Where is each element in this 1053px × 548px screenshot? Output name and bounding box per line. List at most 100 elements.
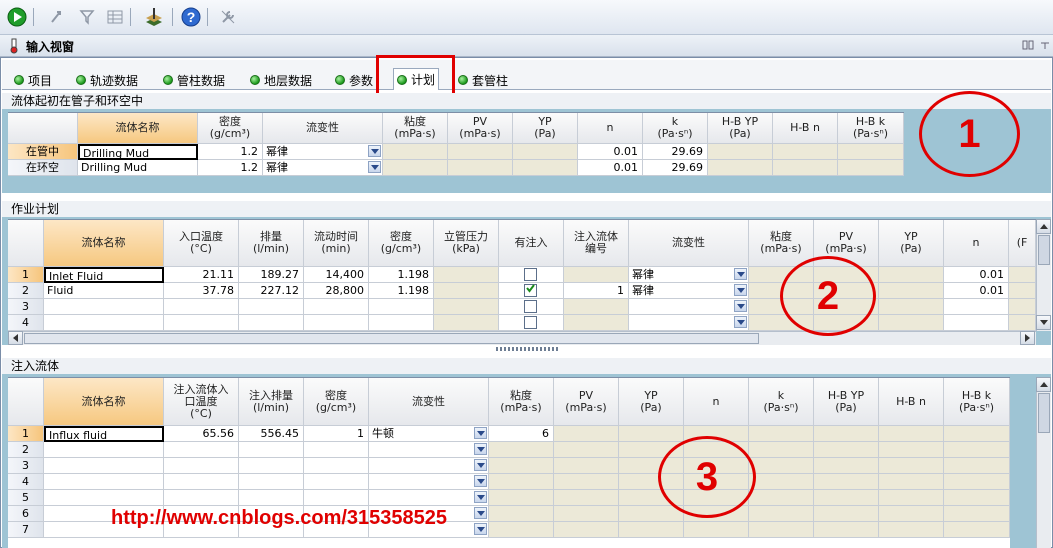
column-header[interactable]: 入口温度 (°C): [164, 220, 239, 267]
cell-injnum[interactable]: [564, 315, 629, 331]
chevron-down-icon[interactable]: [368, 161, 381, 173]
column-header[interactable]: n: [944, 220, 1009, 267]
column-header[interactable]: 注入排量 (l/min): [239, 378, 304, 426]
cell-n[interactable]: 0.01: [578, 144, 643, 160]
column-header[interactable]: H-B n: [879, 378, 944, 426]
column-header[interactable]: 流体名称: [44, 378, 164, 426]
cell-name[interactable]: [44, 442, 164, 458]
column-header[interactable]: n: [684, 378, 749, 426]
cell-temp[interactable]: 37.78: [164, 283, 239, 299]
cell-rate[interactable]: [239, 315, 304, 331]
cell-name[interactable]: [44, 474, 164, 490]
scroll-thumb[interactable]: [1038, 235, 1050, 265]
cell-rheology[interactable]: 牛顿: [369, 426, 489, 442]
column-header[interactable]: 密度 (g/cm³): [304, 378, 369, 426]
cell-visc[interactable]: 6: [489, 426, 554, 442]
cell-name[interactable]: Drilling Mud: [78, 144, 198, 160]
cell-injected[interactable]: [499, 299, 564, 315]
row-number[interactable]: 2: [8, 442, 44, 458]
cell-density[interactable]: [369, 315, 434, 331]
cell-visc[interactable]: [489, 490, 554, 506]
column-header[interactable]: 立管压力 (kPa): [434, 220, 499, 267]
cell-temp[interactable]: 21.11: [164, 267, 239, 283]
column-header[interactable]: 有注入: [499, 220, 564, 267]
injection-vertical-scrollbar[interactable]: [1036, 377, 1051, 548]
cell-visc[interactable]: [489, 522, 554, 538]
data-icon[interactable]: [104, 6, 126, 28]
scroll-left-icon[interactable]: [8, 331, 23, 345]
scroll-thumb[interactable]: [24, 333, 759, 344]
row-number[interactable]: 7: [8, 522, 44, 538]
cell-injnum[interactable]: [564, 299, 629, 315]
cell-time[interactable]: 28,800: [304, 283, 369, 299]
run-icon[interactable]: [6, 6, 28, 28]
column-header[interactable]: 流变性: [629, 220, 749, 267]
cell-rate[interactable]: 556.45: [239, 426, 304, 442]
cell-rheology[interactable]: [369, 474, 489, 490]
cell-name[interactable]: [44, 458, 164, 474]
cell-k[interactable]: 29.69: [643, 144, 708, 160]
row-number[interactable]: 6: [8, 506, 44, 522]
cell-injnum[interactable]: 1: [564, 283, 629, 299]
cell-name[interactable]: [44, 490, 164, 506]
column-header[interactable]: H-B n: [773, 113, 838, 144]
cell-temp[interactable]: [164, 442, 239, 458]
column-header[interactable]: 粘度 (mPa·s): [489, 378, 554, 426]
cell-n[interactable]: [944, 315, 1009, 331]
chevron-down-icon[interactable]: [734, 300, 747, 312]
row-label[interactable]: 在管中: [8, 144, 78, 160]
scroll-thumb[interactable]: [1038, 393, 1050, 433]
chevron-down-icon[interactable]: [734, 268, 747, 280]
column-header[interactable]: 流变性: [369, 378, 489, 426]
cell-injnum[interactable]: [564, 267, 629, 283]
row-number[interactable]: 3: [8, 299, 44, 315]
cell-injected[interactable]: [499, 283, 564, 299]
cell-density[interactable]: [304, 474, 369, 490]
chevron-down-icon[interactable]: [474, 507, 487, 519]
row-number[interactable]: 1: [8, 267, 44, 283]
cell-rheology[interactable]: [629, 299, 749, 315]
column-header[interactable]: 注入流体入 口温度 (°C): [164, 378, 239, 426]
cell-rate[interactable]: 227.12: [239, 283, 304, 299]
cell-time[interactable]: [304, 315, 369, 331]
row-number[interactable]: 3: [8, 458, 44, 474]
column-header[interactable]: 流动时间 (min): [304, 220, 369, 267]
row-number[interactable]: 4: [8, 315, 44, 331]
cell-name[interactable]: Inlet Fluid: [44, 267, 164, 283]
cell-temp[interactable]: [164, 315, 239, 331]
chevron-down-icon[interactable]: [368, 145, 381, 157]
plan-horizontal-scrollbar[interactable]: [8, 331, 1036, 345]
cell-visc[interactable]: [489, 474, 554, 490]
filter-icon[interactable]: [76, 6, 98, 28]
cell-visc[interactable]: [489, 442, 554, 458]
cell-rheology[interactable]: 幂律: [263, 160, 383, 176]
injected-checkbox[interactable]: [524, 268, 537, 281]
column-header[interactable]: H-B k (Pa·sⁿ): [944, 378, 1010, 426]
cell-name[interactable]: [44, 299, 164, 315]
cell-density[interactable]: [304, 490, 369, 506]
cell-rate[interactable]: 189.27: [239, 267, 304, 283]
scroll-down-icon[interactable]: [1036, 315, 1051, 330]
cell-rheology[interactable]: [369, 442, 489, 458]
cell-n[interactable]: 0.01: [578, 160, 643, 176]
column-header[interactable]: 密度 (g/cm³): [369, 220, 434, 267]
tab-parameters[interactable]: 参数: [335, 71, 373, 89]
cell-density[interactable]: 1.198: [369, 267, 434, 283]
cell-temp[interactable]: [164, 474, 239, 490]
chevron-down-icon[interactable]: [474, 459, 487, 471]
pin-icon[interactable]: [1022, 40, 1034, 53]
column-header[interactable]: PV (mPa·s): [448, 113, 513, 144]
column-header[interactable]: H-B YP (Pa): [708, 113, 773, 144]
scroll-up-icon[interactable]: [1036, 219, 1051, 234]
cell-time[interactable]: 14,400: [304, 267, 369, 283]
column-header[interactable]: k (Pa·sⁿ): [643, 113, 708, 144]
column-header[interactable]: (F: [1009, 220, 1036, 267]
column-header[interactable]: 粘度 (mPa·s): [383, 113, 448, 144]
column-header[interactable]: H-B k (Pa·sⁿ): [838, 113, 904, 144]
column-header[interactable]: PV (mPa·s): [554, 378, 619, 426]
column-header[interactable]: 流体名称: [78, 113, 198, 144]
tab-project[interactable]: 项目: [14, 71, 52, 89]
chevron-down-icon[interactable]: [734, 316, 747, 328]
chevron-down-icon[interactable]: [474, 475, 487, 487]
cell-n[interactable]: 0.01: [944, 267, 1009, 283]
